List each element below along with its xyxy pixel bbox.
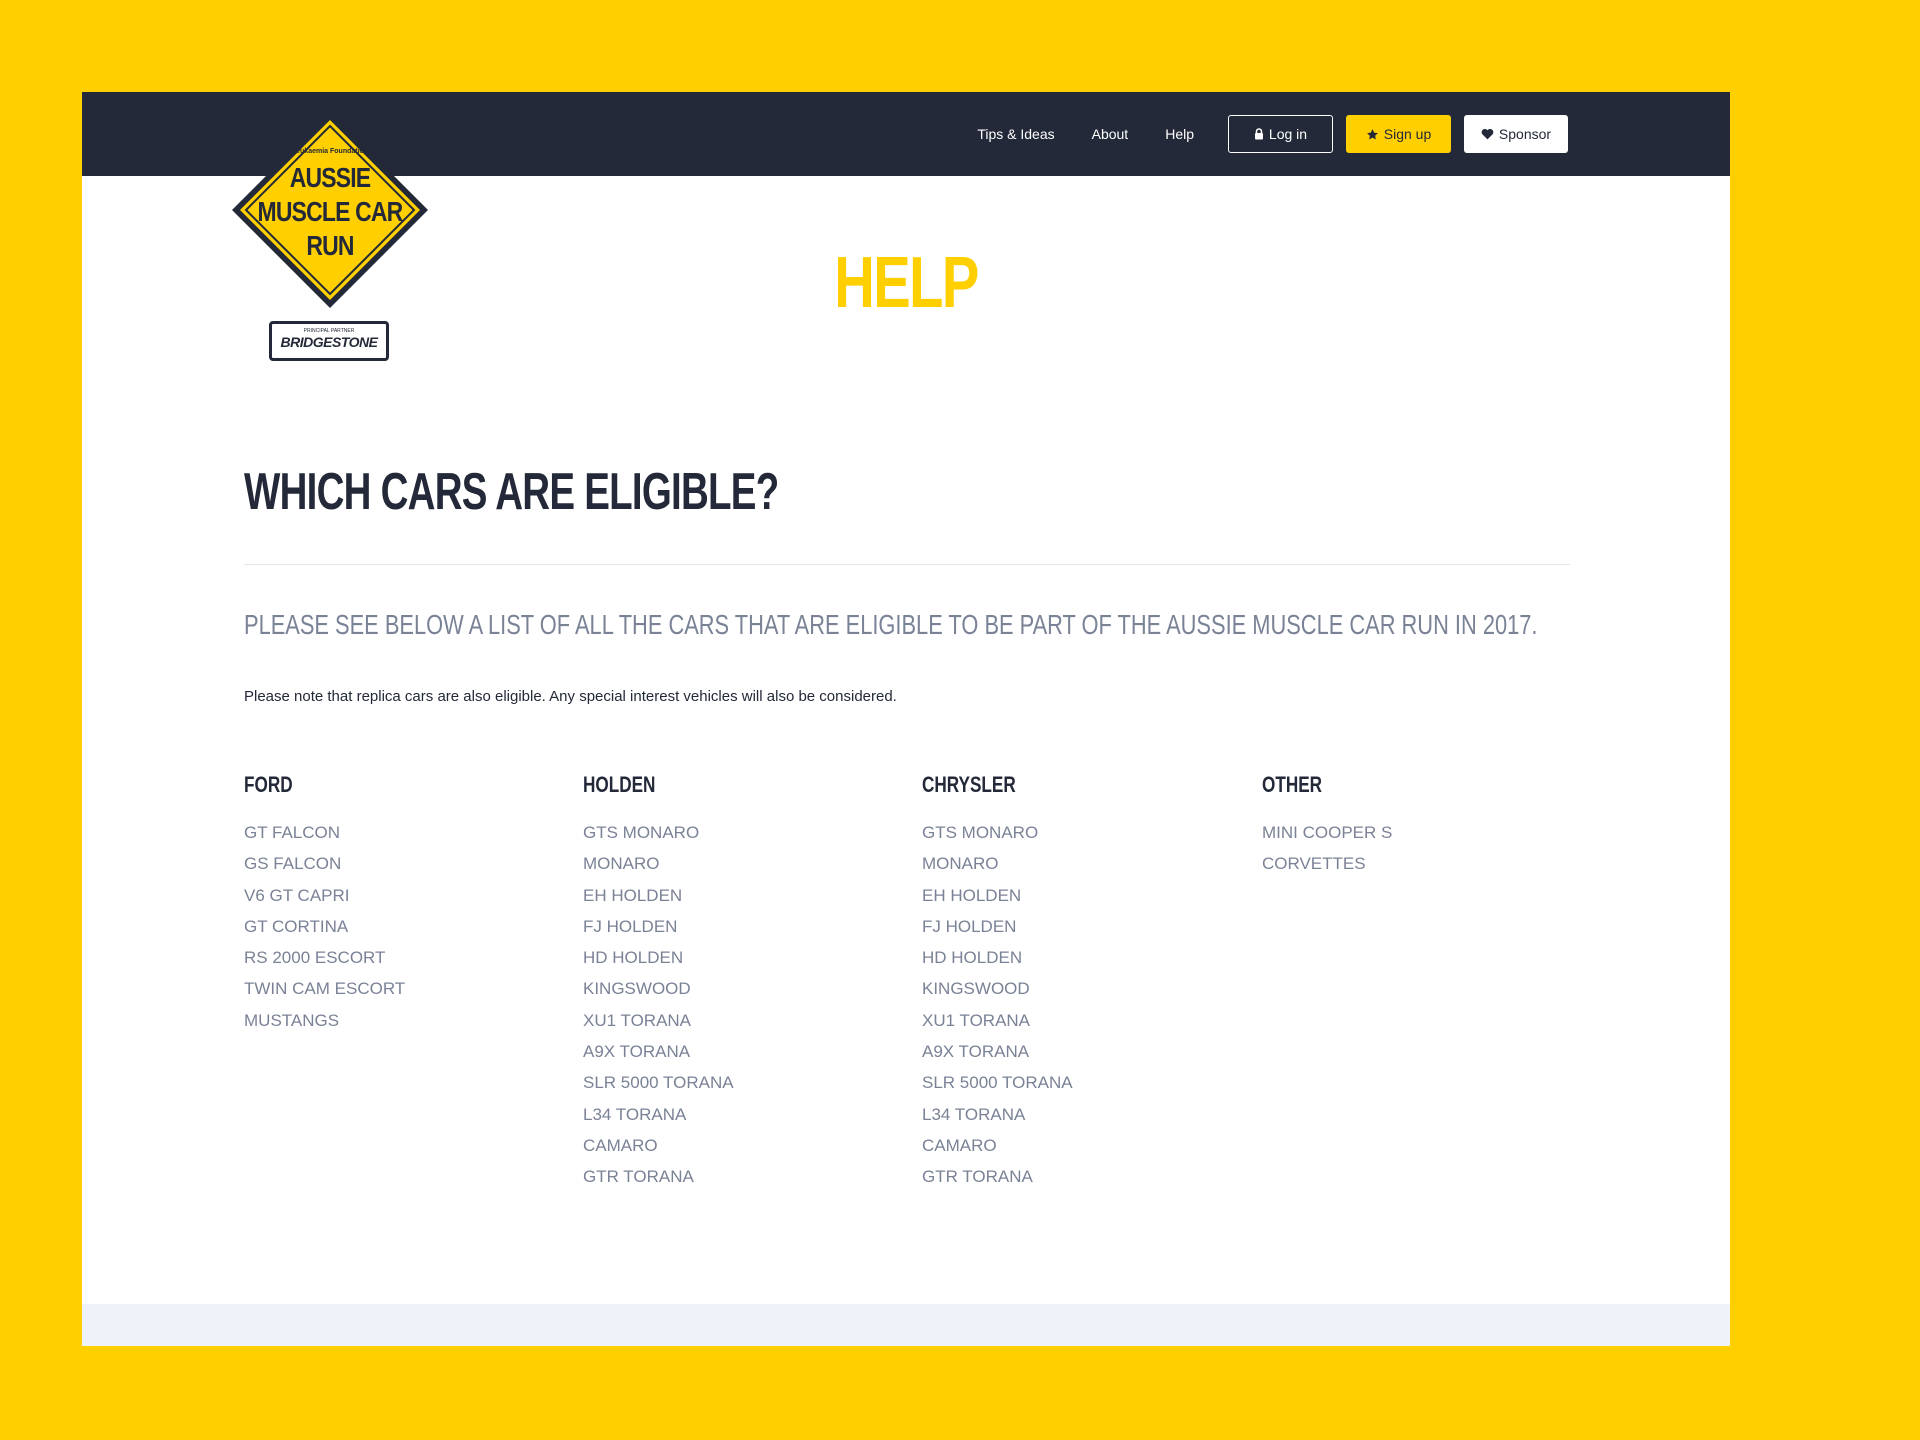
car-item: CAMARO	[583, 1135, 658, 1155]
heart-icon	[1481, 128, 1494, 140]
footer-strip	[82, 1304, 1730, 1346]
car-item: MUSTANGS	[244, 1010, 340, 1030]
nav-link-help[interactable]: Help	[1165, 115, 1194, 153]
column-heading: HOLDEN	[583, 772, 656, 797]
car-item: GT CORTINA	[244, 916, 349, 936]
divider	[244, 564, 1570, 565]
car-item: HD HOLDEN	[922, 948, 1023, 968]
car-item: GTR TORANA	[583, 1167, 694, 1187]
car-item: GS FALCON	[244, 854, 342, 874]
car-item: L34 TORANA	[583, 1104, 687, 1124]
car-item: A9X TORANA	[583, 1042, 691, 1062]
car-item: KINGSWOOD	[922, 979, 1030, 999]
car-item: XU1 TORANA	[922, 1010, 1031, 1030]
car-item: CAMARO	[922, 1135, 997, 1155]
car-item: MONARO	[922, 854, 999, 874]
eligibility-note: Please note that replica cars are also e…	[244, 688, 897, 705]
car-item: EH HOLDEN	[583, 885, 683, 905]
car-item: FJ HOLDEN	[583, 916, 678, 936]
sponsor-button[interactable]: Sponsor	[1464, 115, 1568, 153]
car-column-other: OTHER MINI COOPER S CORVETTES	[1262, 772, 1582, 886]
sponsor-label: Sponsor	[1498, 126, 1552, 142]
browser-window: Tips & Ideas About Help Log in Sign up S…	[82, 92, 1730, 1346]
lock-icon	[1254, 128, 1263, 140]
signup-button[interactable]: Sign up	[1346, 115, 1451, 153]
car-item: GT FALCON	[244, 823, 341, 842]
car-item: CORVETTES	[1262, 854, 1366, 874]
car-item: EH HOLDEN	[922, 885, 1022, 905]
car-item: RS 2000 ESCORT	[244, 948, 386, 968]
car-list: GT FALCON GS FALCON V6 GT CAPRI GT CORTI…	[244, 823, 564, 1042]
car-list: MINI COOPER S CORVETTES	[1262, 823, 1582, 886]
star-icon	[1366, 128, 1378, 139]
logo-line-1: AUSSIE	[289, 162, 371, 193]
car-item: A9X TORANA	[922, 1042, 1030, 1062]
login-button[interactable]: Log in	[1228, 115, 1333, 153]
car-item: TWIN CAM ESCORT	[244, 979, 406, 999]
car-item: V6 GT CAPRI	[244, 885, 350, 905]
section-subheading: PLEASE SEE BELOW A LIST OF ALL THE CARS …	[244, 609, 1538, 640]
car-item: GTR TORANA	[922, 1167, 1033, 1187]
car-item: MONARO	[583, 854, 660, 874]
car-list: GTS MONARO MONARO EH HOLDEN FJ HOLDEN HD…	[922, 823, 1242, 1199]
car-item: SLR 5000 TORANA	[583, 1073, 734, 1093]
column-heading: OTHER	[1262, 772, 1323, 797]
page-title: HELP	[834, 243, 979, 323]
nav-link-about[interactable]: About	[1092, 115, 1129, 153]
car-item: SLR 5000 TORANA	[922, 1073, 1073, 1093]
login-label: Log in	[1268, 126, 1308, 142]
partner-name: BRIDGESTONE	[280, 334, 378, 350]
car-item: MINI COOPER S	[1262, 823, 1393, 842]
column-heading: CHRYSLER	[922, 772, 1016, 797]
car-item: L34 TORANA	[922, 1104, 1026, 1124]
car-item: GTS MONARO	[922, 823, 1039, 842]
car-item: XU1 TORANA	[583, 1010, 692, 1030]
main-nav: Tips & Ideas About Help Log in Sign up S…	[977, 115, 1568, 153]
car-column-ford: FORD GT FALCON GS FALCON V6 GT CAPRI GT …	[244, 772, 564, 1042]
signup-label: Sign up	[1383, 126, 1432, 142]
car-column-chrysler: CHRYSLER GTS MONARO MONARO EH HOLDEN FJ …	[922, 772, 1242, 1199]
car-item: GTS MONARO	[583, 823, 700, 842]
partner-badge: PRINCIPAL PARTNER BRIDGESTONE	[269, 321, 389, 361]
logo-foundation-text: Leukaemia Foundation	[291, 148, 369, 155]
car-list: GTS MONARO MONARO EH HOLDEN FJ HOLDEN HD…	[583, 823, 903, 1199]
car-column-holden: HOLDEN GTS MONARO MONARO EH HOLDEN FJ HO…	[583, 772, 903, 1199]
column-heading: FORD	[244, 772, 293, 797]
section-heading: WHICH CARS ARE ELIGIBLE?	[244, 463, 779, 521]
nav-link-tips-ideas[interactable]: Tips & Ideas	[977, 115, 1054, 153]
car-item: KINGSWOOD	[583, 979, 691, 999]
car-item: HD HOLDEN	[583, 948, 684, 968]
car-item: FJ HOLDEN	[922, 916, 1017, 936]
logo-line-2: MUSCLE CAR	[257, 196, 404, 227]
